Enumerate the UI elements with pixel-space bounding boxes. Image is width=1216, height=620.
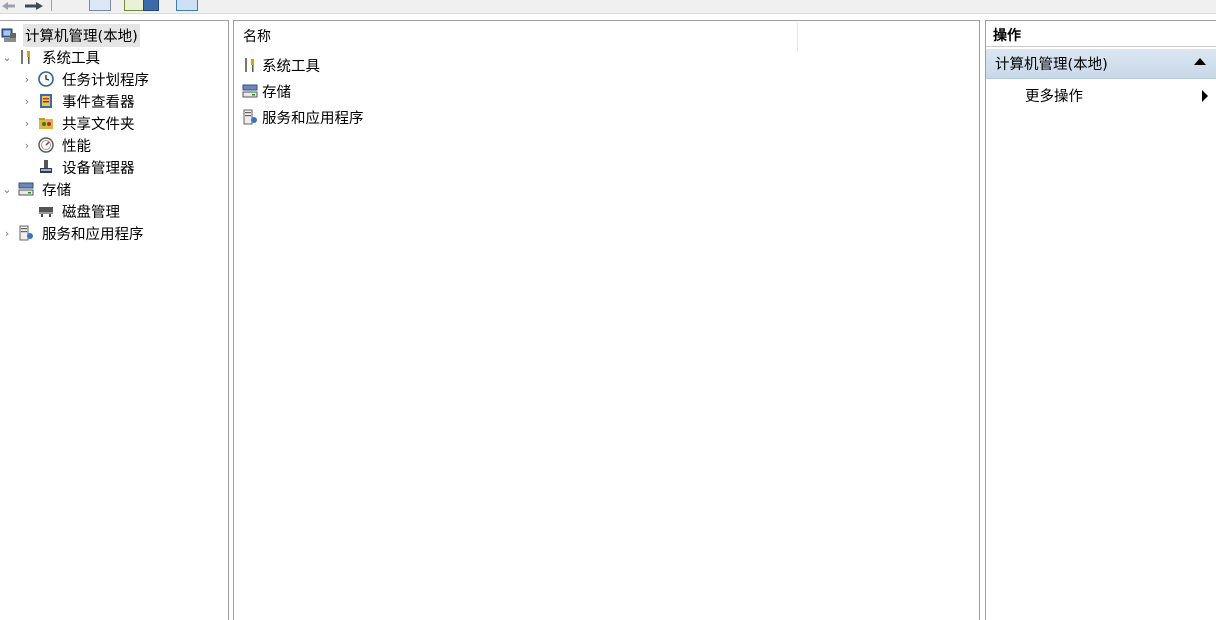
storage-icon xyxy=(17,181,34,198)
more-actions-label: 更多操作 xyxy=(1025,88,1083,105)
event-viewer-icon xyxy=(37,93,54,110)
shared-folders-icon xyxy=(37,115,54,132)
tree-item-disk-management[interactable]: 磁盘管理 xyxy=(21,200,122,222)
toolbar xyxy=(0,0,1216,14)
storage-icon xyxy=(241,83,258,100)
list-header: 名称 xyxy=(234,23,979,51)
tree-item-label: 磁盘管理 xyxy=(62,204,120,221)
tree-root-computer-management[interactable]: 计算机管理(本地) xyxy=(0,23,140,47)
action-pane: 操作 计算机管理(本地) 更多操作 xyxy=(985,20,1216,620)
tree-item-label: 存储 xyxy=(42,182,71,199)
collapse-chevron-icon[interactable]: ⌄ xyxy=(1,183,13,196)
tree-item-label: 性能 xyxy=(62,138,91,155)
tree-item-label: 任务计划程序 xyxy=(62,72,149,89)
list-item-label: 服务和应用程序 xyxy=(262,110,364,127)
show-hide-console-tree-button[interactable] xyxy=(89,0,111,11)
task-scheduler-icon xyxy=(37,71,54,88)
help-button[interactable] xyxy=(143,0,159,11)
column-header-name[interactable]: 名称 xyxy=(234,23,798,51)
action-section-header[interactable]: 计算机管理(本地) xyxy=(986,49,1216,79)
tree-item-device-manager[interactable]: 设备管理器 xyxy=(21,156,137,178)
list-item-services-applications[interactable]: 服务和应用程序 xyxy=(241,105,364,129)
system-tools-icon xyxy=(17,49,34,66)
toolbar-separator xyxy=(51,0,52,11)
submenu-arrow-icon xyxy=(1202,90,1208,102)
tree-item-label: 设备管理器 xyxy=(62,160,135,177)
collapse-triangle-icon[interactable] xyxy=(1194,58,1206,65)
action-pane-title: 操作 xyxy=(986,25,1216,47)
list-item-label: 系统工具 xyxy=(262,58,320,75)
tree-item-shared-folders[interactable]: › 共享文件夹 xyxy=(21,112,137,134)
services-applications-icon xyxy=(241,109,258,126)
collapse-chevron-icon[interactable]: ⌄ xyxy=(1,51,13,64)
console-tree-pane[interactable]: 计算机管理(本地) ⌄ 系统工具 › 任务计划程序 › 事件查看器 › 共享文件… xyxy=(0,20,229,620)
tree-root-label: 计算机管理(本地) xyxy=(23,23,140,47)
forward-arrow-icon[interactable] xyxy=(22,0,46,11)
disk-management-icon xyxy=(37,203,54,220)
show-hide-action-pane-button[interactable] xyxy=(176,0,198,11)
tree-item-label: 共享文件夹 xyxy=(62,116,135,133)
services-applications-icon xyxy=(17,225,34,242)
tree-item-task-scheduler[interactable]: › 任务计划程序 xyxy=(21,68,151,90)
action-section-label: 计算机管理(本地) xyxy=(995,57,1108,73)
expand-chevron-icon[interactable]: › xyxy=(1,227,13,240)
tree-item-system-tools[interactable]: ⌄ 系统工具 xyxy=(1,46,102,68)
tree-item-storage[interactable]: ⌄ 存储 xyxy=(1,178,73,200)
device-manager-icon xyxy=(37,159,54,176)
tree-item-label: 系统工具 xyxy=(42,50,100,67)
console-tree-icon xyxy=(89,0,111,11)
results-list-pane[interactable]: 名称 系统工具 存储 服务和应用程序 xyxy=(233,20,980,620)
system-tools-icon xyxy=(241,57,258,74)
expand-chevron-icon[interactable]: › xyxy=(21,73,33,86)
expand-chevron-icon[interactable]: › xyxy=(21,95,33,108)
tree-item-event-viewer[interactable]: › 事件查看器 xyxy=(21,90,137,112)
list-item-system-tools[interactable]: 系统工具 xyxy=(241,53,320,77)
tree-item-label: 事件查看器 xyxy=(62,94,135,111)
tree-item-performance[interactable]: › 性能 xyxy=(21,134,93,156)
list-item-label: 存储 xyxy=(262,84,291,101)
expand-chevron-icon[interactable]: › xyxy=(21,139,33,152)
help-icon xyxy=(143,0,159,11)
computer-management-icon xyxy=(0,27,17,44)
tree-item-label: 服务和应用程序 xyxy=(42,226,144,243)
performance-icon xyxy=(37,137,54,154)
back-arrow-icon[interactable] xyxy=(0,0,16,11)
expand-chevron-icon[interactable]: › xyxy=(21,117,33,130)
tree-item-services-applications[interactable]: › 服务和应用程序 xyxy=(1,222,146,244)
list-item-storage[interactable]: 存储 xyxy=(241,79,291,103)
action-pane-icon xyxy=(176,0,198,11)
more-actions-item[interactable]: 更多操作 xyxy=(986,81,1216,109)
